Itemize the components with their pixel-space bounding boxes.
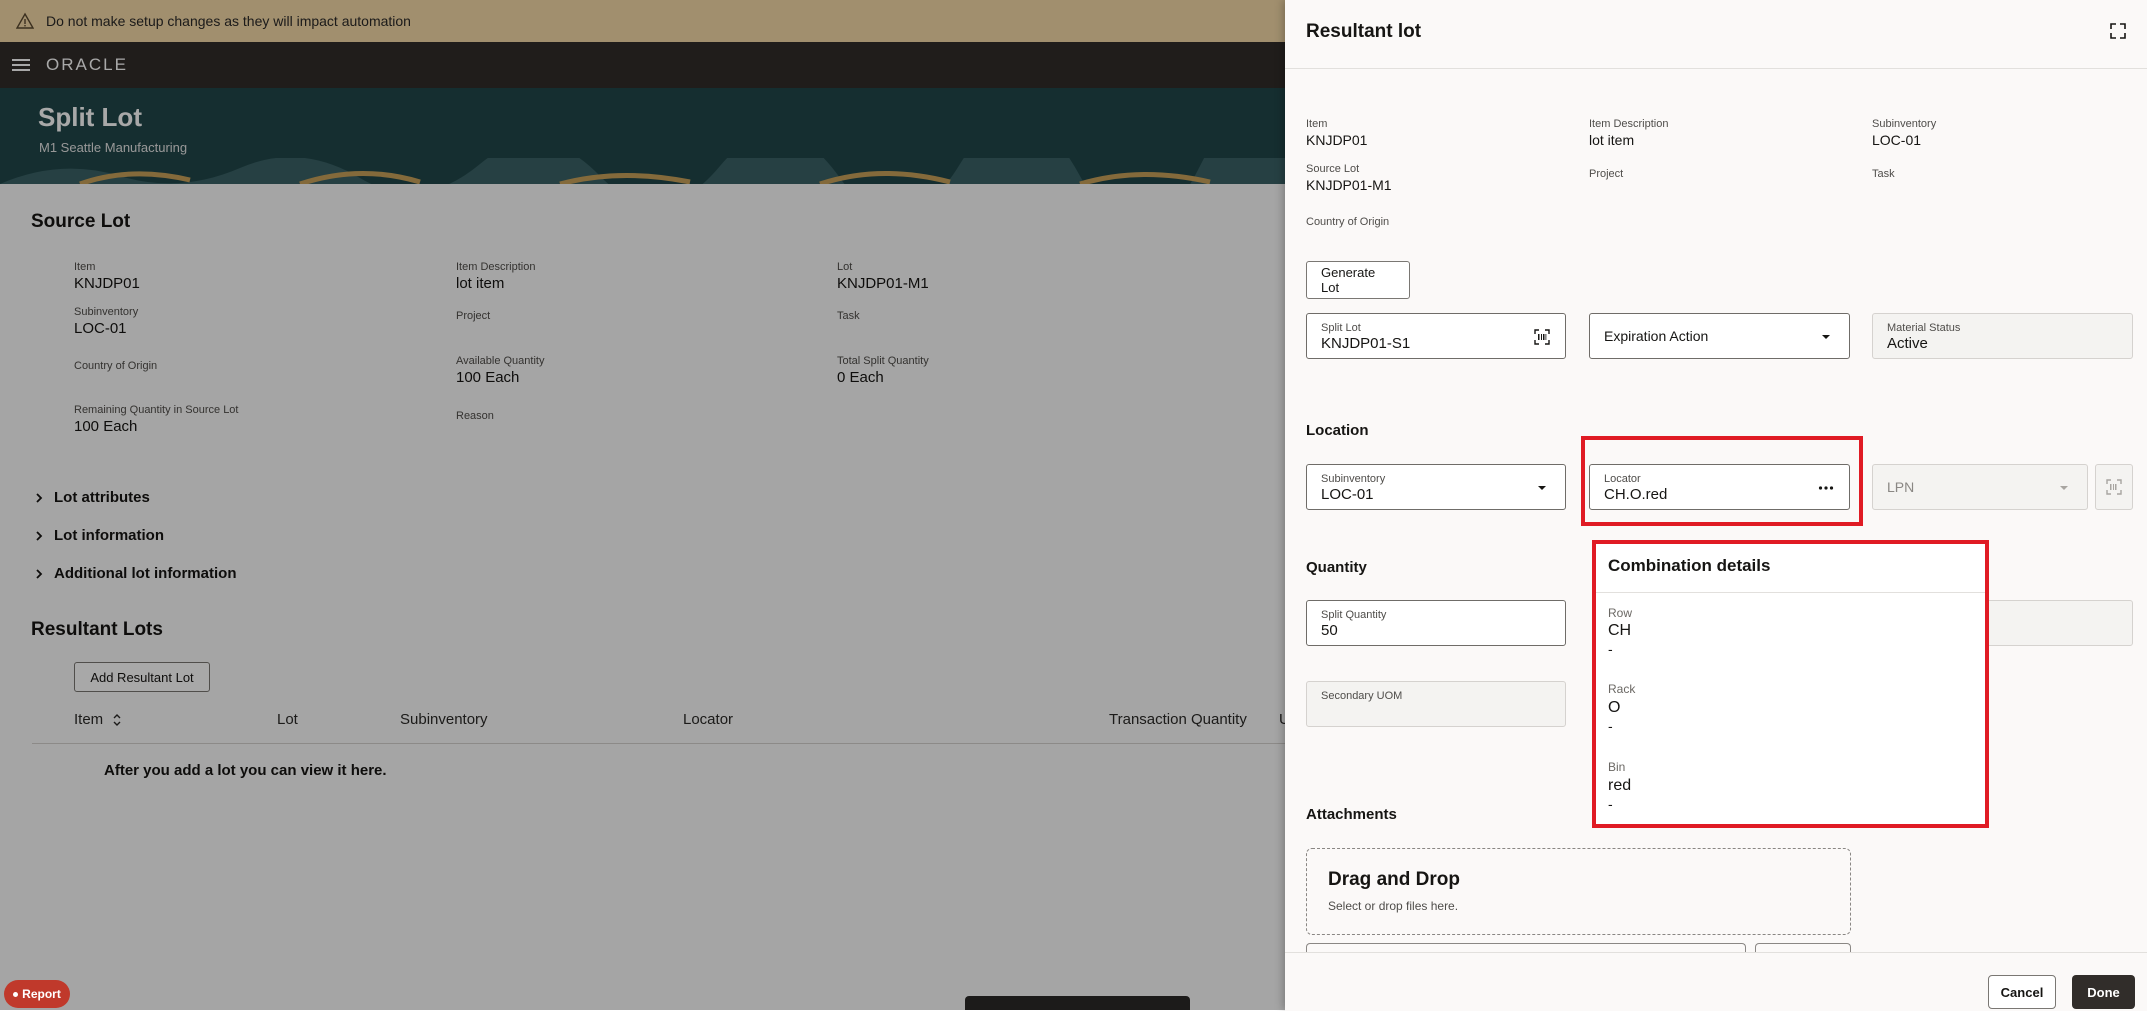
material-status-value: Active xyxy=(1887,335,1928,352)
rack-label: Rack xyxy=(1608,682,1636,696)
drawer-task-field: Task xyxy=(1872,168,1895,180)
done-button[interactable]: Done xyxy=(2072,975,2135,1009)
locator-value: CH.O.red xyxy=(1604,486,1668,503)
split-lot-value: KNJDP01-S1 xyxy=(1321,335,1411,352)
report-label: Report xyxy=(22,987,61,1001)
drawer-item-description-field: Item Description lot item xyxy=(1589,118,1669,148)
drawer-title: Resultant lot xyxy=(1306,21,1422,42)
combination-details-popup: Combination details Row CH - Rack O - Bi… xyxy=(1592,540,1989,828)
bin-description: - xyxy=(1608,796,1613,812)
fullscreen-icon[interactable] xyxy=(2109,22,2127,40)
rack-value: O xyxy=(1608,699,1621,716)
lpn-scan-button xyxy=(2095,464,2133,510)
split-quantity-input[interactable]: Split Quantity 50 xyxy=(1306,600,1566,646)
secondary-uom-field: Secondary UOM xyxy=(1306,681,1566,727)
drop-zone-hint: Select or drop files here. xyxy=(1328,899,1459,913)
location-subinventory-value: LOC-01 xyxy=(1321,486,1374,503)
modal-overlay[interactable] xyxy=(0,0,1285,1010)
caret-down-icon xyxy=(1822,335,1830,339)
split-quantity-value: 50 xyxy=(1321,622,1338,639)
drawer-subinventory-field: Subinventory LOC-01 xyxy=(1872,118,1937,148)
locator-label: Locator xyxy=(1604,473,1641,485)
bin-value: red xyxy=(1608,777,1632,794)
report-button[interactable]: Report xyxy=(4,980,70,1008)
rack-description: - xyxy=(1608,718,1613,734)
bin-label: Bin xyxy=(1608,760,1626,774)
expiration-action-placeholder: Expiration Action xyxy=(1604,328,1709,344)
row-value: CH xyxy=(1608,622,1632,639)
location-subinventory-label: Subinventory xyxy=(1321,473,1386,485)
drawer-project-field: Project xyxy=(1589,168,1624,180)
drawer-country-of-origin-field: Country of Origin xyxy=(1306,216,1390,228)
material-status-field: Material Status Active xyxy=(1872,313,2133,359)
drawer-header-divider xyxy=(1285,68,2147,69)
split-quantity-label: Split Quantity xyxy=(1321,609,1387,621)
caret-down-icon xyxy=(1538,486,1546,490)
caret-down-icon xyxy=(2060,486,2068,490)
row-description: - xyxy=(1608,641,1613,657)
drawer-source-lot-field: Source Lot KNJDP01-M1 xyxy=(1306,163,1392,193)
combination-details-title: Combination details xyxy=(1608,556,1771,575)
record-icon xyxy=(13,991,19,997)
cancel-button[interactable]: Cancel xyxy=(1988,975,2056,1009)
barcode-scan-icon[interactable] xyxy=(1533,328,1551,346)
locator-input[interactable]: Locator CH.O.red xyxy=(1589,464,1850,510)
lpn-placeholder: LPN xyxy=(1887,479,1915,495)
row-label: Row xyxy=(1608,606,1633,620)
split-lot-label: Split Lot xyxy=(1321,322,1361,334)
drawer-item-field: Item KNJDP01 xyxy=(1306,118,1368,148)
split-lot-input[interactable]: Split Lot KNJDP01-S1 xyxy=(1306,313,1566,359)
location-heading: Location xyxy=(1306,422,1369,439)
more-options-icon[interactable] xyxy=(1817,479,1835,497)
barcode-scan-icon xyxy=(2106,479,2122,495)
file-drop-zone[interactable]: Drag and Drop Select or drop files here. xyxy=(1306,848,1851,935)
location-subinventory-select[interactable]: Subinventory LOC-01 xyxy=(1306,464,1566,510)
secondary-uom-label: Secondary UOM xyxy=(1321,690,1403,702)
attachments-heading: Attachments xyxy=(1306,806,1397,823)
quantity-heading: Quantity xyxy=(1306,559,1367,576)
drawer-footer: Cancel Done xyxy=(1285,952,2147,1011)
generate-lot-button[interactable]: Generate Lot xyxy=(1306,261,1410,299)
drop-zone-title: Drag and Drop xyxy=(1328,869,1460,890)
lpn-select: LPN xyxy=(1872,464,2088,510)
combination-divider xyxy=(1596,592,1985,593)
material-status-label: Material Status xyxy=(1887,322,1961,334)
expiration-action-select[interactable]: Expiration Action xyxy=(1589,313,1850,359)
